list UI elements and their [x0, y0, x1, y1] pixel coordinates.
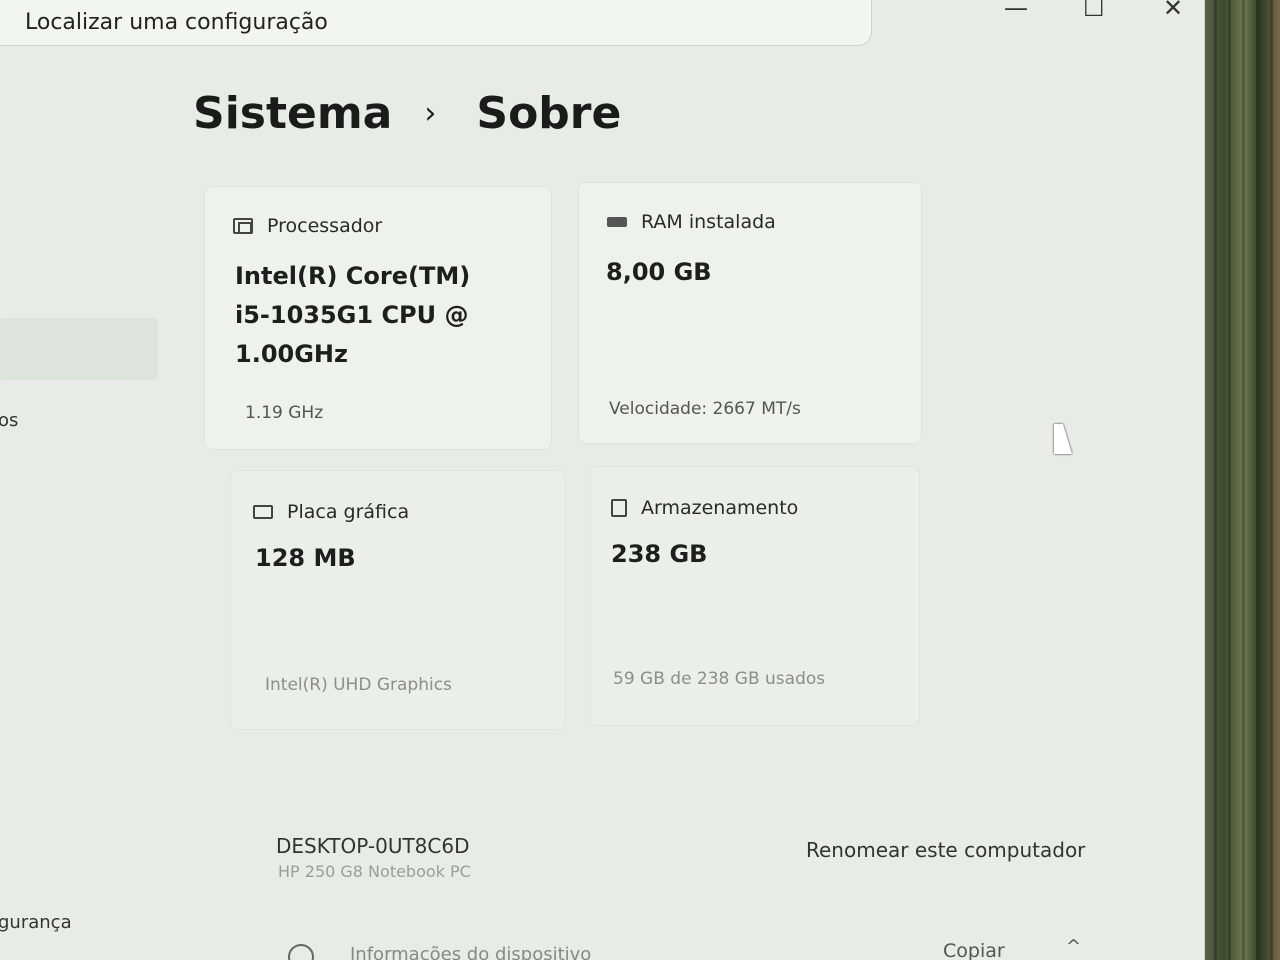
ram-header: RAM instalada — [607, 211, 776, 233]
processor-value-line: 1.00GHz — [235, 340, 348, 368]
search-box[interactable] — [0, 0, 872, 46]
search-input[interactable] — [25, 10, 871, 35]
breadcrumb: Sistema › Sobre — [193, 88, 621, 139]
settings-window: — ☐ ✕ os gurança Sistema › Sobre Process… — [0, 0, 1205, 960]
minimize-icon[interactable]: — — [1004, 0, 1028, 22]
processor-value-line: i5-1035G1 CPU @ — [235, 301, 469, 329]
chevron-up-icon[interactable]: ^ — [1066, 936, 1081, 957]
page-title: Sobre — [476, 88, 622, 139]
sidebar-item-selected[interactable] — [0, 318, 158, 380]
sidebar-item-label[interactable]: gurança — [0, 912, 72, 933]
mouse-cursor-icon — [1054, 424, 1072, 454]
display-adapter-icon — [253, 505, 273, 519]
processor-header: Processador — [233, 215, 382, 237]
processor-icon — [233, 218, 253, 234]
storage-card: Armazenamento 238 GB 59 GB de 238 GB usa… — [590, 466, 920, 726]
sidebar-item-label[interactable]: os — [0, 410, 18, 431]
ram-card: RAM instalada 8,00 GB Velocidade: 2667 M… — [578, 182, 922, 444]
device-info-section-label[interactable]: Informações do dispositivo — [350, 944, 591, 960]
gpu-name: Intel(R) UHD Graphics — [265, 675, 452, 695]
storage-header: Armazenamento — [611, 497, 798, 519]
gpu-label: Placa gráfica — [287, 501, 410, 523]
storage-label: Armazenamento — [641, 497, 799, 519]
gpu-memory-value: 128 MB — [255, 544, 356, 572]
breadcrumb-parent[interactable]: Sistema — [193, 88, 392, 139]
processor-label: Processador — [267, 215, 383, 237]
info-icon — [288, 944, 314, 960]
device-name: DESKTOP-0UT8C6D — [276, 834, 470, 858]
gpu-header: Placa gráfica — [253, 501, 409, 523]
ram-label: RAM instalada — [641, 211, 776, 233]
copy-button[interactable]: Copiar — [943, 940, 1005, 960]
memory-icon — [607, 217, 627, 227]
processor-speed: 1.19 GHz — [245, 403, 324, 423]
maximize-icon[interactable]: ☐ — [1083, 0, 1105, 22]
device-model: HP 250 G8 Notebook PC — [278, 862, 471, 881]
ram-value: 8,00 GB — [606, 258, 712, 286]
desktop-wallpaper — [1200, 0, 1280, 960]
storage-value: 238 GB — [611, 540, 708, 568]
gpu-card: Placa gráfica 128 MB Intel(R) UHD Graphi… — [230, 470, 566, 730]
ram-speed: Velocidade: 2667 MT/s — [609, 399, 801, 419]
processor-value-line: Intel(R) Core(TM) — [235, 262, 471, 290]
rename-pc-button[interactable]: Renomear este computador — [806, 838, 1085, 862]
processor-value: Intel(R) Core(TM) i5-1035G1 CPU @ 1.00GH… — [235, 257, 470, 374]
close-icon[interactable]: ✕ — [1163, 0, 1183, 22]
chevron-right-icon: › — [424, 96, 437, 131]
storage-usage: 59 GB de 238 GB usados — [613, 669, 826, 689]
processor-card: Processador Intel(R) Core(TM) i5-1035G1 … — [204, 186, 552, 450]
hard-drive-icon — [611, 499, 627, 517]
